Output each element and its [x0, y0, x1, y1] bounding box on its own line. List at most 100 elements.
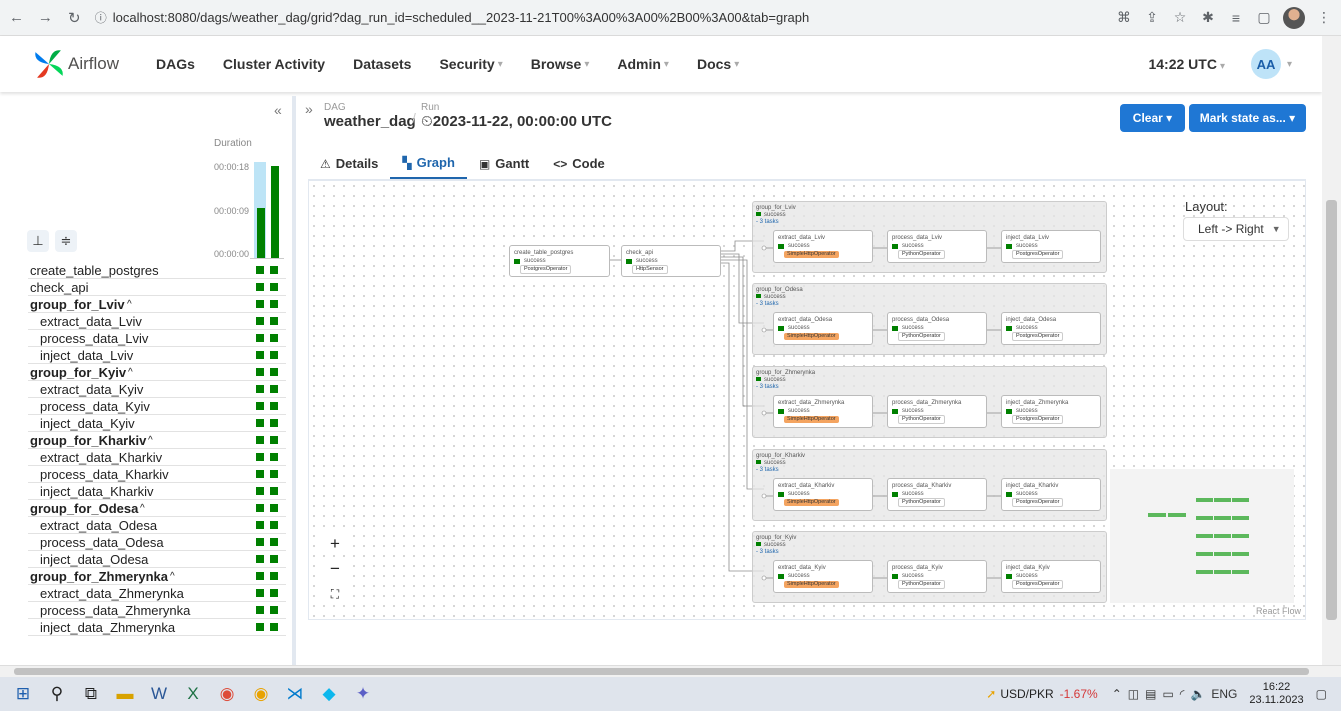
horizontal-scrollbar[interactable] [0, 665, 1341, 677]
file-explorer-icon[interactable]: ▬ [108, 677, 142, 711]
task-group-row[interactable]: group_for_Kharkiv ^ [28, 432, 286, 449]
task-view-icon[interactable]: ⧉ [74, 677, 108, 711]
show-hidden-icons-icon[interactable]: ⌃ [1112, 687, 1122, 701]
task-instance-status-box[interactable] [256, 300, 264, 308]
notifications-icon[interactable]: ▢ [1316, 687, 1327, 701]
bookmark-star-icon[interactable]: ☆ [1171, 9, 1189, 27]
task-row[interactable]: process_data_Kyiv [28, 398, 286, 415]
scrollbar-thumb[interactable] [1326, 200, 1337, 620]
graph-task-node[interactable]: inject_data_Lviv success PostgresOperator [1001, 230, 1101, 263]
scrollbar-thumb[interactable] [14, 668, 1309, 675]
chevron-up-icon[interactable]: ^ [148, 435, 153, 446]
wifi-icon[interactable]: ◜ [1180, 687, 1185, 701]
task-row[interactable]: process_data_Lviv [28, 330, 286, 347]
task-row[interactable]: extract_data_Odesa [28, 517, 286, 534]
task-row[interactable]: inject_data_Kyiv [28, 415, 286, 432]
task-instance-status-box[interactable] [270, 572, 278, 580]
word-icon[interactable]: W [142, 677, 176, 711]
mark-state-button[interactable]: Mark state as... ▾ [1189, 104, 1306, 132]
nav-item-datasets[interactable]: Datasets [353, 56, 411, 72]
task-instance-status-box[interactable] [270, 606, 278, 614]
task-instance-status-box[interactable] [270, 368, 278, 376]
task-instance-status-box[interactable] [270, 385, 278, 393]
chevron-up-icon[interactable]: ^ [127, 299, 132, 310]
task-row[interactable]: extract_data_Lviv [28, 313, 286, 330]
translate-icon[interactable]: ⌘ [1115, 9, 1133, 27]
graph-task-node[interactable]: check_api success HttpSensor [621, 245, 721, 277]
nav-item-dags[interactable]: DAGs [156, 56, 195, 72]
tab-details[interactable]: ⚠ Details [308, 148, 390, 179]
dag-breadcrumb[interactable]: weather_dag [324, 113, 416, 130]
nav-item-cluster-activity[interactable]: Cluster Activity [223, 56, 325, 72]
task-group-row[interactable]: group_for_Kyiv ^ [28, 364, 286, 381]
back-icon[interactable]: ← [4, 5, 29, 31]
language-indicator[interactable]: ENG [1211, 687, 1237, 701]
expand-details-icon[interactable]: » [305, 101, 313, 117]
task-instance-status-box[interactable] [256, 266, 264, 274]
task-instance-status-box[interactable] [256, 589, 264, 597]
reading-list-icon[interactable]: ≡ [1227, 9, 1245, 27]
currency-widget[interactable]: ➚ USD/PKR -1.67% [986, 687, 1097, 701]
task-instance-status-box[interactable] [256, 521, 264, 529]
task-row[interactable]: process_data_Zhmerynka [28, 602, 286, 619]
search-icon[interactable]: ⚲ [40, 677, 74, 711]
collapse-all-icon[interactable]: ≑ [55, 230, 77, 252]
graph-task-node[interactable]: extract_data_Odesa success SimpleHttpOpera… [773, 312, 873, 345]
graph-task-node[interactable]: process_data_Kharkiv success PythonOperato… [887, 478, 987, 511]
airflow-logo[interactable]: Airflow [32, 47, 140, 81]
address-bar[interactable]: ⓘ localhost:8080/dags/weather_dag/grid?d… [95, 5, 1115, 31]
zoom-in-button[interactable]: + [322, 533, 348, 555]
task-group-row[interactable]: group_for_Lviv ^ [28, 296, 286, 313]
utc-clock[interactable]: 14:22 UTC ▾ [1148, 56, 1225, 72]
graph-minimap[interactable] [1110, 469, 1294, 603]
task-instance-status-box[interactable] [270, 351, 278, 359]
task-instance-status-box[interactable] [256, 487, 264, 495]
run-breadcrumb[interactable]: ⏲2023-11-22, 00:00:00 UTC [421, 113, 612, 130]
tray-app-icon[interactable]: ◫ [1128, 687, 1139, 701]
task-instance-status-box[interactable] [256, 283, 264, 291]
chevron-up-icon[interactable]: ^ [128, 367, 133, 378]
excel-icon[interactable]: X [176, 677, 210, 711]
task-instance-status-box[interactable] [256, 436, 264, 444]
task-instance-status-box[interactable] [270, 504, 278, 512]
page-scrollbar[interactable] [1322, 36, 1341, 665]
nav-item-admin[interactable]: Admin ▾ [617, 56, 669, 72]
task-instance-status-box[interactable] [256, 572, 264, 580]
task-row[interactable]: extract_data_Zhmerynka [28, 585, 286, 602]
task-instance-status-box[interactable] [256, 351, 264, 359]
tab-gantt[interactable]: ▣ Gantt [467, 148, 541, 179]
task-instance-status-box[interactable] [256, 368, 264, 376]
docker-icon[interactable]: ◆ [312, 677, 346, 711]
collapse-grid-icon[interactable]: « [274, 102, 282, 118]
share-icon[interactable]: ⇪ [1143, 9, 1161, 27]
task-instance-status-box[interactable] [270, 419, 278, 427]
graph-task-node[interactable]: inject_data_Kyiv success PostgresOperator [1001, 560, 1101, 593]
task-instance-status-box[interactable] [256, 555, 264, 563]
task-instance-status-box[interactable] [270, 555, 278, 563]
expand-all-icon[interactable]: ⊥ [27, 230, 49, 252]
task-instance-status-box[interactable] [256, 504, 264, 512]
task-group-row[interactable]: group_for_Odesa ^ [28, 500, 286, 517]
volume-icon[interactable]: 🔈 [1190, 687, 1205, 701]
task-row[interactable]: extract_data_Kharkiv [28, 449, 286, 466]
nav-item-browse[interactable]: Browse ▾ [531, 56, 590, 72]
nav-item-security[interactable]: Security ▾ [439, 56, 502, 72]
task-instance-status-box[interactable] [270, 470, 278, 478]
graph-task-node[interactable]: inject_data_Zhmerynka success PostgresOper… [1001, 395, 1101, 428]
duration-bar[interactable] [257, 208, 265, 258]
teams-icon[interactable]: ✦ [346, 677, 380, 711]
chevron-up-icon[interactable]: ^ [170, 571, 175, 582]
task-instance-status-box[interactable] [270, 334, 278, 342]
task-instance-status-box[interactable] [270, 266, 278, 274]
duration-bar[interactable] [271, 166, 279, 258]
reload-icon[interactable]: ↻ [62, 5, 87, 31]
zoom-out-button[interactable]: − [322, 558, 348, 580]
task-row[interactable]: process_data_Odesa [28, 534, 286, 551]
graph-task-node[interactable]: extract_data_Zhmerynka success SimpleHttpO… [773, 395, 873, 428]
task-instance-status-box[interactable] [270, 300, 278, 308]
react-flow-attribution[interactable]: React Flow [1256, 606, 1301, 616]
task-instance-status-box[interactable] [256, 623, 264, 631]
group-task-count[interactable]: - 3 tasks [756, 467, 1103, 474]
fit-view-button[interactable]: ⛶ [322, 583, 348, 605]
graph-task-node[interactable]: extract_data_Kharkiv success SimpleHttpOpe… [773, 478, 873, 511]
